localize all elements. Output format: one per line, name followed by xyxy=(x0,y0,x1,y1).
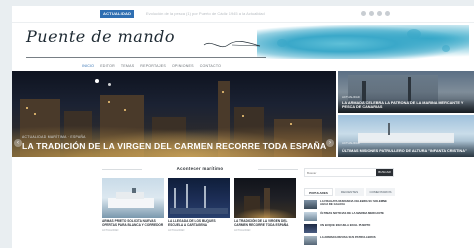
page: ACTUALIDAD Evolución de la pesca (1) por… xyxy=(12,6,474,248)
article-meta: ACTUALIDAD xyxy=(234,228,251,232)
article-image[interactable] xyxy=(168,178,230,218)
search-input[interactable] xyxy=(305,169,379,176)
post-title[interactable]: LA ARMADA REVISA SUS PATRULLEROS xyxy=(320,235,376,239)
google-plus-icon[interactable] xyxy=(377,11,382,16)
tab-comentarios[interactable]: COMENTARIOS xyxy=(366,188,395,196)
list-item[interactable]: UN BUQUE ESCUELA EN EL PUERTO xyxy=(304,223,394,233)
nav-item-temas[interactable]: TEMAS xyxy=(121,62,134,70)
post-thumbnail[interactable] xyxy=(304,200,317,209)
nav-item-opiniones[interactable]: OPINIONES xyxy=(172,62,194,70)
hero-category[interactable]: ACTUALIDAD MARÍTIMA · ESPAÑA xyxy=(22,135,86,139)
twitter-icon[interactable] xyxy=(369,11,374,16)
side-story-1-category[interactable]: ACTUALIDAD xyxy=(342,95,360,99)
tab-recientes[interactable]: RECIENTES xyxy=(335,188,364,196)
rss-icon[interactable] xyxy=(385,11,390,16)
nav-item-reportajes[interactable]: REPORTAJES xyxy=(140,62,166,70)
article-card[interactable]: LA LLEGADA DE LOS BUQUES ESCUELA A CARTA… xyxy=(168,178,230,232)
site-logo[interactable]: Puente de mando xyxy=(26,27,175,46)
search-box: BUSCAR xyxy=(304,168,394,177)
tab-populares[interactable]: POPULARES xyxy=(304,188,333,196)
post-thumbnail[interactable] xyxy=(304,212,317,221)
slider-next-arrow-icon[interactable]: › xyxy=(326,139,334,147)
slider-prev-arrow-icon[interactable]: ‹ xyxy=(14,139,22,147)
nav-item-inicio[interactable]: INICIO xyxy=(82,62,94,70)
sidebar: BUSCAR POPULARES RECIENTES COMENTARIOS L… xyxy=(304,166,404,248)
logo-swirl-icon xyxy=(203,41,261,48)
post-title[interactable]: ÚLTIMAS NOTICIAS DE LA MARINA MERCANTE xyxy=(320,211,384,215)
side-story-1-title[interactable]: LA ARMADA CELEBRA LA PATRONA DE LA MARIN… xyxy=(342,101,470,110)
breaking-news-badge: ACTUALIDAD xyxy=(100,10,135,18)
article-title[interactable]: LA TRADICIÓN DE LA VIRGEN DEL CARMEN REC… xyxy=(234,219,296,228)
article-title[interactable]: ARMAS PRIETO SOLICITA NUEVAS OFERTAS PAR… xyxy=(102,219,164,228)
side-story-2[interactable]: ACTUALIDAD ÚLTIMAS MISIONES PATRULLERO D… xyxy=(338,115,474,157)
post-thumbnail[interactable] xyxy=(304,236,317,245)
nav-item-editor[interactable]: EDITOR xyxy=(100,62,115,70)
news-ticker[interactable]: Evolución de la pesca (1) por Puerto de … xyxy=(146,10,356,18)
facebook-icon[interactable] xyxy=(361,11,366,16)
top-bar: ACTUALIDAD Evolución de la pesca (1) por… xyxy=(12,6,474,23)
side-story-1[interactable]: ACTUALIDAD LA ARMADA CELEBRA LA PATRONA … xyxy=(338,71,474,113)
popular-posts-list: LA FRAGATA NUMANCIA CELEBRA SU SOLEMNE A… xyxy=(304,199,394,248)
nav-item-contacto[interactable]: CONTACTO xyxy=(200,62,221,70)
side-story-2-title[interactable]: ÚLTIMAS MISIONES PATRULLERO DE ALTURA "I… xyxy=(342,149,470,154)
side-story-2-category[interactable]: ACTUALIDAD xyxy=(342,141,360,145)
post-thumbnail[interactable] xyxy=(304,224,317,233)
post-title[interactable]: UN BUQUE ESCUELA EN EL PUERTO xyxy=(320,223,370,227)
list-item[interactable]: ÚLTIMAS NOTICIAS DE LA MARINA MERCANTE xyxy=(304,211,394,221)
article-image[interactable] xyxy=(102,178,164,218)
featured-slider[interactable]: ‹ › ACTUALIDAD MARÍTIMA · ESPAÑA LA TRAD… xyxy=(12,71,336,157)
post-title[interactable]: LA FRAGATA NUMANCIA CELEBRA SU SOLEMNE A… xyxy=(320,199,394,207)
hero-title[interactable]: LA TRADICIÓN DE LA VIRGEN DEL CARMEN REC… xyxy=(22,141,326,151)
list-item[interactable]: LA ARMADA REVISA SUS PATRULLEROS xyxy=(304,235,394,245)
search-button[interactable]: BUSCAR xyxy=(376,169,393,176)
section-acontecer-maritimo: Acontecer marítimo ARMAS PRIETO SOLICITA… xyxy=(102,164,298,248)
article-meta: ACTUALIDAD xyxy=(168,228,185,232)
article-title[interactable]: LA LLEGADA DE LOS BUQUES ESCUELA A CARTA… xyxy=(168,219,230,228)
sidebar-tabs: POPULARES RECIENTES COMENTARIOS xyxy=(304,188,395,196)
social-links xyxy=(361,11,390,16)
site-header: Puente de mando xyxy=(12,23,474,61)
article-card[interactable]: ARMAS PRIETO SOLICITA NUEVAS OFERTAS PAR… xyxy=(102,178,164,232)
list-item[interactable]: LA FRAGATA NUMANCIA CELEBRA SU SOLEMNE A… xyxy=(304,199,394,209)
article-image[interactable] xyxy=(234,178,296,218)
logo-underline xyxy=(26,57,266,58)
header-watercolor-art xyxy=(257,25,469,59)
main-nav: INICIO EDITOR TEMAS REPORTAJES OPINIONES… xyxy=(12,61,474,71)
article-card[interactable]: LA TRADICIÓN DE LA VIRGEN DEL CARMEN REC… xyxy=(234,178,296,232)
article-meta: ACTUALIDAD xyxy=(102,228,119,232)
